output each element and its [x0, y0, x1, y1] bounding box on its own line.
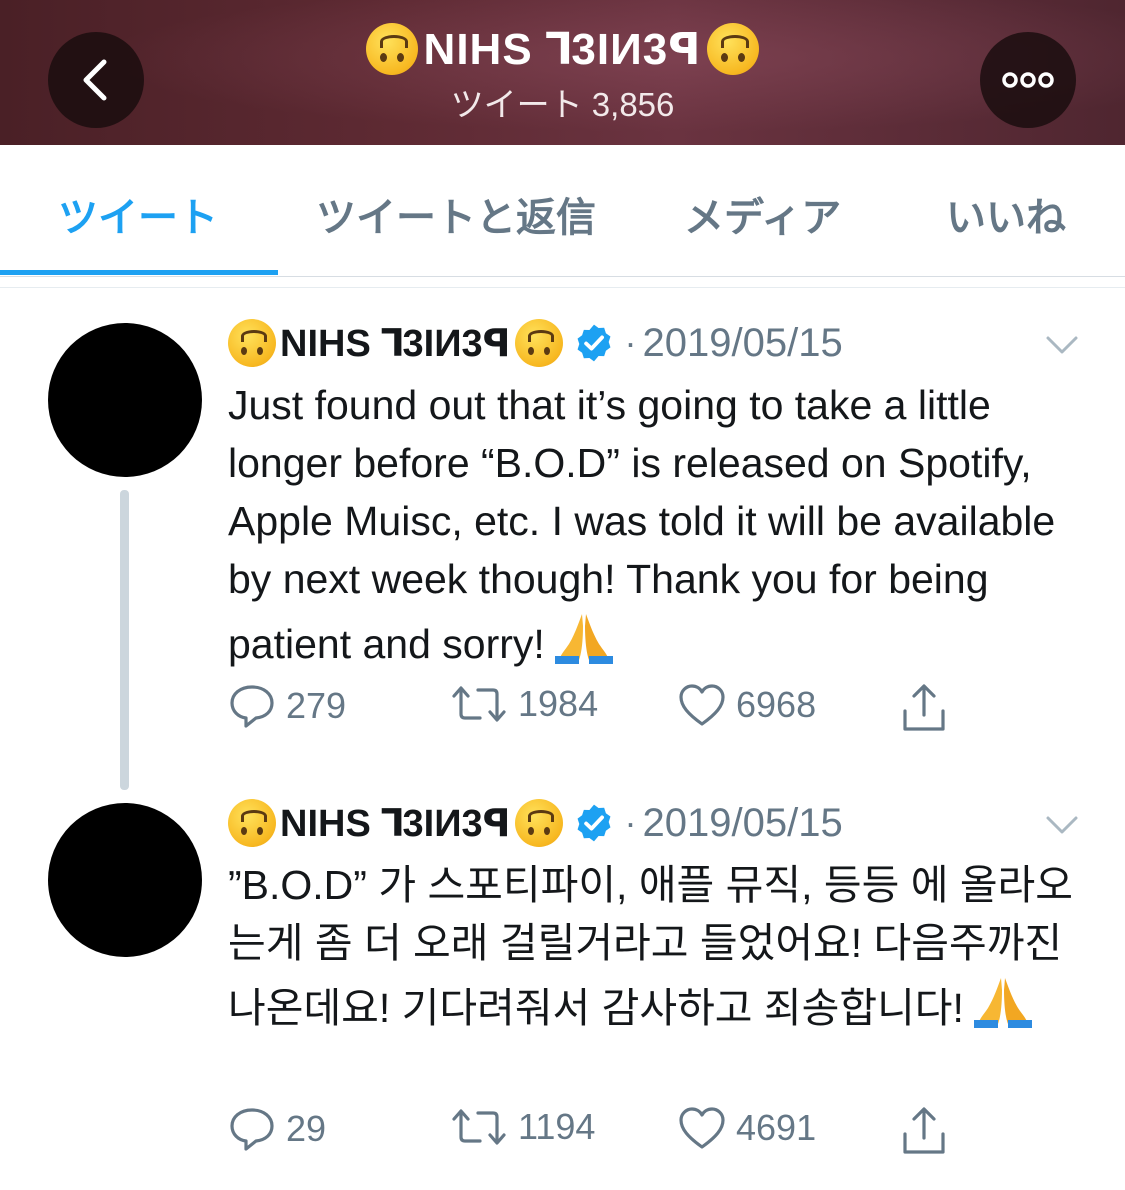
like-button[interactable]: 6968 — [678, 683, 816, 727]
tab-tweets[interactable]: ツイート — [58, 185, 218, 243]
header-title-block: NIHS ꓶ3IИ3ꟼ ツイート 3,856 — [0, 20, 1125, 126]
tweet-date[interactable]: 2019/05/15 — [643, 321, 843, 366]
upside-down-face-emoji — [514, 799, 563, 847]
more-options-button[interactable] — [980, 32, 1076, 128]
tweet-date[interactable]: 2019/05/15 — [643, 801, 843, 846]
tab-tweets-and-replies[interactable]: ツイートと返信 — [316, 185, 596, 243]
chevron-down-icon[interactable] — [1044, 327, 1080, 363]
reply-button[interactable]: 279 — [228, 683, 346, 729]
reply-icon — [230, 685, 274, 728]
tweet-text: ”B.O.D” 가 스포티파이, 애플 뮤직, 등등 에 올라오는게 좀 더 오… — [228, 862, 1073, 1031]
share-button[interactable] — [900, 683, 948, 733]
tab-media[interactable]: メディア — [684, 185, 841, 243]
reply-icon — [230, 1108, 274, 1151]
tweet-header: NIHS ꓶ3IИ3ꟼ · 2019/05/15 — [228, 318, 843, 368]
folded-hands-emoji — [554, 608, 613, 679]
retweet-icon — [452, 686, 506, 722]
tweet-text-container: Just found out that it’s going to take a… — [228, 376, 1088, 679]
like-count: 4691 — [736, 1107, 817, 1148]
chevron-down-icon[interactable] — [1044, 807, 1080, 843]
verified-badge-icon — [577, 804, 610, 842]
retweet-count: 1194 — [518, 1106, 596, 1147]
tweet-actions: 29 1194 4691 — [228, 1106, 988, 1166]
retweet-button[interactable]: 1984 — [450, 683, 598, 725]
profile-tabs: ツイート ツイートと返信 メディア いいね — [0, 145, 1125, 277]
folded-hands-emoji — [973, 972, 1032, 1043]
divider — [0, 287, 1125, 288]
verified-badge-icon — [577, 324, 610, 362]
reply-count: 29 — [286, 1108, 327, 1149]
tweet-header: NIHS ꓶ3IИ3ꟼ · 2019/05/15 — [228, 798, 843, 848]
upside-down-face-emoji — [228, 799, 276, 847]
share-icon — [903, 1107, 945, 1154]
thread-connector — [120, 490, 129, 790]
retweet-button[interactable]: 1194 — [450, 1106, 595, 1148]
separator-dot: · — [624, 802, 637, 843]
reply-count: 279 — [286, 685, 347, 726]
header-display-name: NIHS ꓶ3IИ3ꟼ — [423, 24, 702, 74]
author-name[interactable]: NIHS ꓶ3IИ3ꟼ — [280, 321, 511, 366]
retweet-count: 1984 — [518, 683, 599, 724]
tweet-text: Just found out that it’s going to take a… — [228, 382, 1056, 667]
share-icon — [903, 684, 945, 731]
upside-down-face-emoji — [365, 23, 418, 75]
like-count: 6968 — [736, 684, 817, 725]
separator-dot: · — [624, 322, 637, 363]
tweet-text-container: ”B.O.D” 가 스포티파이, 애플 뮤직, 등등 에 올라오는게 좀 더 오… — [228, 856, 1088, 1043]
avatar[interactable] — [48, 323, 202, 477]
upside-down-face-emoji — [228, 319, 276, 367]
tweet-actions: 279 1984 6968 — [228, 683, 988, 743]
tab-divider — [0, 276, 1125, 277]
tweet-count: ツイート 3,856 — [450, 86, 675, 123]
upside-down-face-emoji — [707, 23, 760, 75]
upside-down-face-emoji — [514, 319, 563, 367]
share-button[interactable] — [900, 1106, 948, 1156]
like-button[interactable]: 4691 — [678, 1106, 816, 1150]
avatar[interactable] — [48, 803, 202, 957]
author-name[interactable]: NIHS ꓶ3IИ3ꟼ — [280, 801, 511, 846]
heart-icon — [679, 684, 725, 726]
more-dots-icon — [1002, 72, 1054, 88]
tab-likes[interactable]: いいね — [946, 185, 1066, 243]
reply-button[interactable]: 29 — [228, 1106, 326, 1152]
heart-icon — [679, 1107, 725, 1149]
retweet-icon — [452, 1109, 506, 1145]
active-tab-indicator — [0, 270, 278, 275]
